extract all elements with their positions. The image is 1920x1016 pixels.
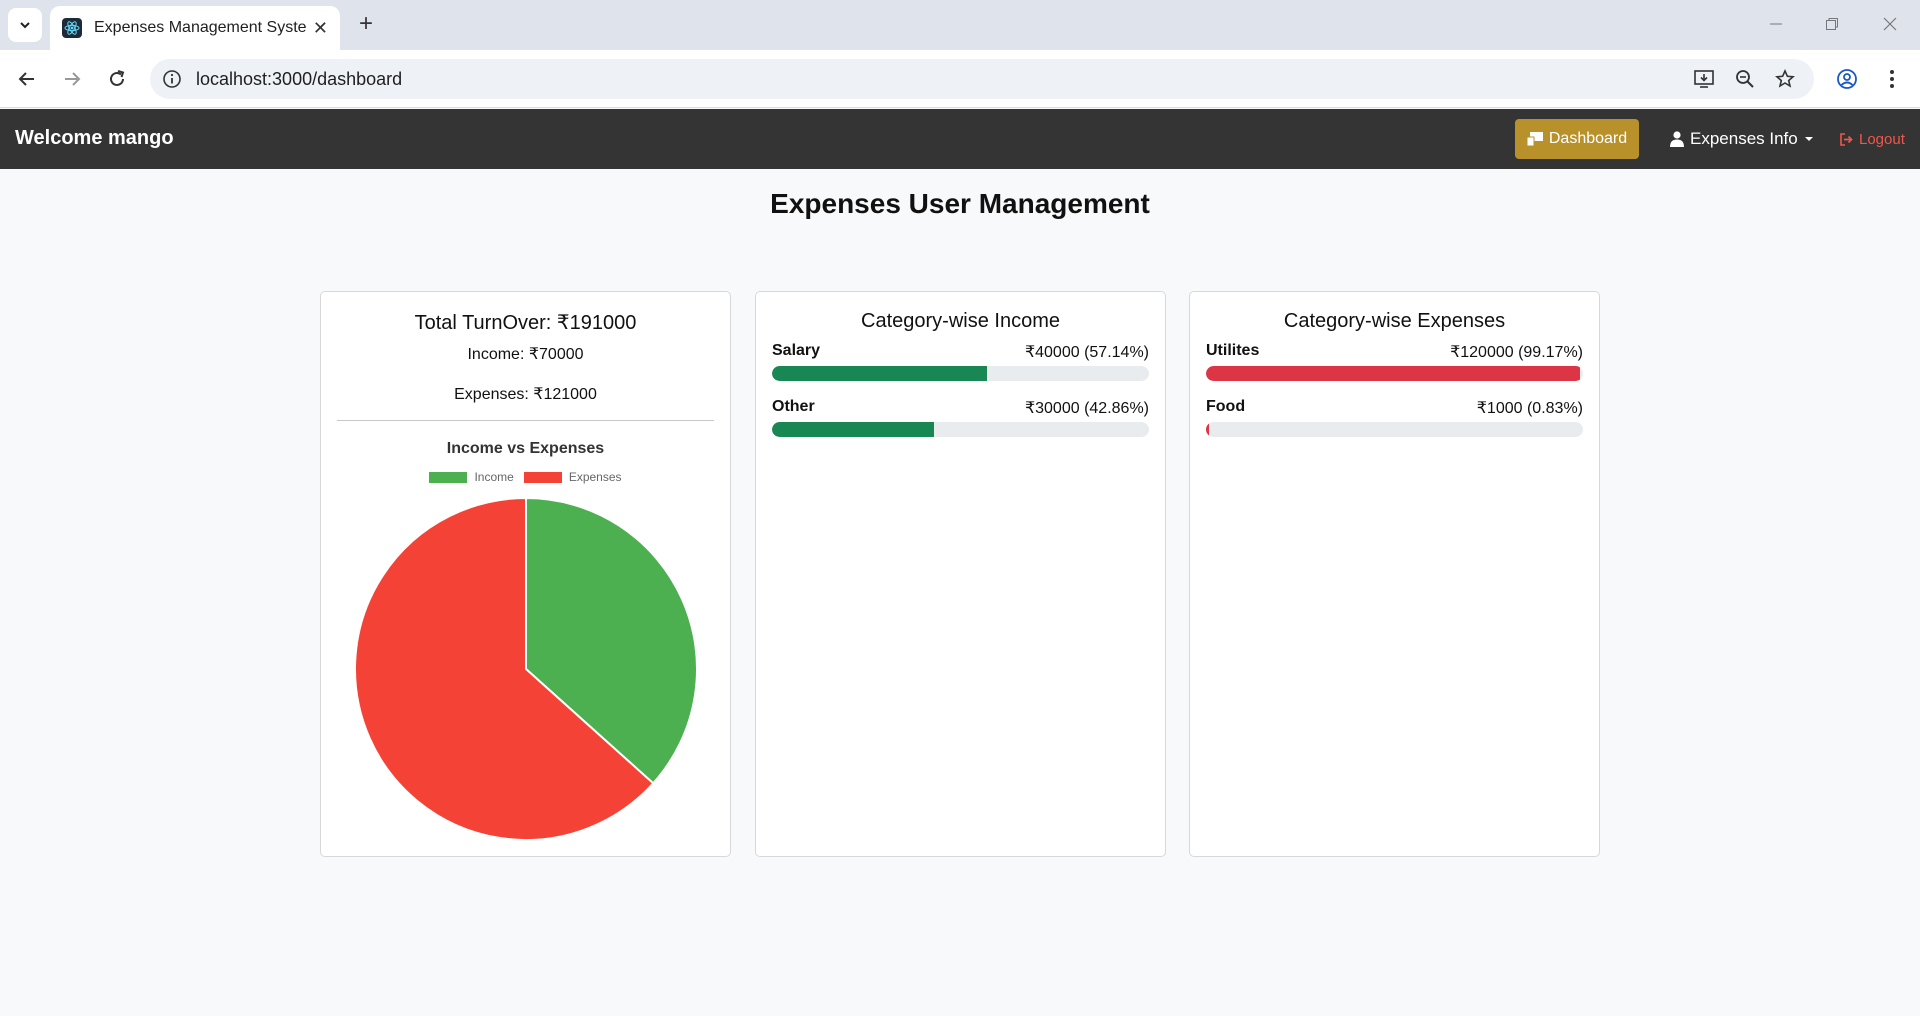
- legend-label-expenses: Expenses: [568, 470, 622, 484]
- install-icon: [1694, 70, 1714, 88]
- expenses-category-item: Utilites ₹120000 (99.17%): [1206, 342, 1583, 381]
- star-icon: [1775, 69, 1795, 88]
- react-icon: [62, 18, 82, 38]
- progress-fill: [1206, 366, 1580, 381]
- minimize-button[interactable]: [1756, 8, 1796, 40]
- chart-title: Income vs Expenses: [446, 440, 605, 457]
- account-circle-icon: [1837, 69, 1857, 89]
- browser-toolbar: localhost:3000/dashboard: [0, 50, 1920, 108]
- arrow-left-icon: [18, 72, 34, 86]
- progress-track: [1206, 366, 1583, 381]
- income-category-title: Category-wise Income: [861, 310, 1060, 332]
- progress-track: [1206, 422, 1583, 437]
- menu-button[interactable]: [1875, 62, 1909, 96]
- progress-fill: [772, 422, 934, 437]
- legend-item-expenses[interactable]: Expenses: [523, 470, 622, 484]
- income-vs-expenses-pie[interactable]: [354, 497, 698, 841]
- expenses-info-label: Expenses Info: [1690, 129, 1798, 148]
- logout-icon: [1840, 132, 1853, 146]
- page-title: Expenses User Management: [770, 188, 1150, 219]
- caret-down-icon: [1804, 137, 1813, 141]
- bookmark-button[interactable]: [1769, 59, 1801, 99]
- divider: [337, 420, 714, 421]
- dashboard-button[interactable]: Dashboard: [1515, 119, 1639, 159]
- expenses-category-item: Food ₹1000 (0.83%): [1206, 398, 1583, 437]
- tab-search-button[interactable]: [8, 8, 42, 42]
- legend-label-income: Income: [474, 470, 514, 484]
- category-name: Salary: [772, 342, 821, 359]
- income-category-item: Salary ₹40000 (57.14%): [772, 342, 1149, 381]
- close-tab-icon[interactable]: ✕: [313, 18, 328, 39]
- expenses-total: Expenses: ₹121000: [454, 386, 597, 403]
- zoom-button[interactable]: [1729, 59, 1761, 99]
- income-total: Income: ₹70000: [467, 346, 584, 363]
- income-category-card: Category-wise Income Salary ₹40000 (57.1…: [755, 291, 1166, 857]
- tab-title: Expenses Management System: [94, 19, 307, 36]
- expenses-category-title: Category-wise Expenses: [1283, 310, 1506, 332]
- close-icon: [1883, 17, 1897, 31]
- progress-fill: [772, 366, 988, 381]
- browser-tab-bar: Expenses Management System ✕ +: [0, 0, 1920, 50]
- turnover-card: Total TurnOver: ₹191000 Income: ₹70000 E…: [320, 291, 731, 857]
- progress-fill: [1206, 422, 1210, 437]
- navbar-brand[interactable]: Welcome mango: [15, 127, 174, 150]
- restore-icon: [1826, 18, 1838, 30]
- install-app-button[interactable]: [1688, 59, 1720, 99]
- kebab-menu-icon: [1890, 70, 1894, 88]
- progress-track: [772, 366, 1149, 381]
- income-category-item: Other ₹30000 (42.86%): [772, 398, 1149, 437]
- expenses-category-card: Category-wise Expenses Utilites ₹120000 …: [1189, 291, 1600, 857]
- back-button[interactable]: [10, 62, 44, 96]
- category-name: Food: [1206, 398, 1246, 415]
- url-text: localhost:3000/dashboard: [196, 68, 403, 89]
- logout-button[interactable]: Logout: [1840, 119, 1905, 159]
- legend-swatch-income: [429, 471, 468, 483]
- category-amount: ₹30000 (42.86%): [1024, 400, 1149, 417]
- legend-swatch-expenses: [523, 471, 562, 483]
- progress-track: [772, 422, 1149, 437]
- dashboard-icon: [1526, 132, 1543, 146]
- browser-tab[interactable]: Expenses Management System ✕: [50, 6, 340, 50]
- category-name: Other: [772, 398, 815, 415]
- forward-button[interactable]: [55, 62, 89, 96]
- chevron-down-icon: [20, 22, 30, 29]
- profile-button[interactable]: [1830, 62, 1864, 96]
- reload-button[interactable]: [100, 62, 134, 96]
- category-name: Utilites: [1206, 342, 1260, 359]
- zoom-out-icon: [1736, 70, 1754, 88]
- logout-label: Logout: [1859, 130, 1905, 148]
- site-info-icon[interactable]: [162, 69, 182, 94]
- reload-icon: [110, 70, 125, 86]
- category-amount: ₹120000 (99.17%): [1450, 344, 1583, 361]
- new-tab-button[interactable]: +: [352, 10, 380, 38]
- chart-legend: Income Expenses: [321, 470, 730, 484]
- address-bar[interactable]: localhost:3000/dashboard: [150, 59, 1814, 99]
- dashboard-label: Dashboard: [1548, 130, 1628, 147]
- expenses-info-dropdown[interactable]: Expenses Info: [1670, 119, 1814, 159]
- close-window-button[interactable]: [1870, 8, 1910, 40]
- minimize-icon: [1770, 23, 1782, 25]
- turnover-title: Total TurnOver: ₹191000: [414, 312, 637, 334]
- restore-button[interactable]: [1812, 8, 1852, 40]
- app-navbar: Welcome mango Dashboard Expenses Info Lo…: [0, 109, 1920, 169]
- category-amount: ₹40000 (57.14%): [1024, 344, 1149, 361]
- user-icon: [1670, 131, 1684, 147]
- arrow-right-icon: [65, 72, 81, 86]
- category-amount: ₹1000 (0.83%): [1476, 400, 1583, 417]
- legend-item-income[interactable]: Income: [429, 470, 514, 484]
